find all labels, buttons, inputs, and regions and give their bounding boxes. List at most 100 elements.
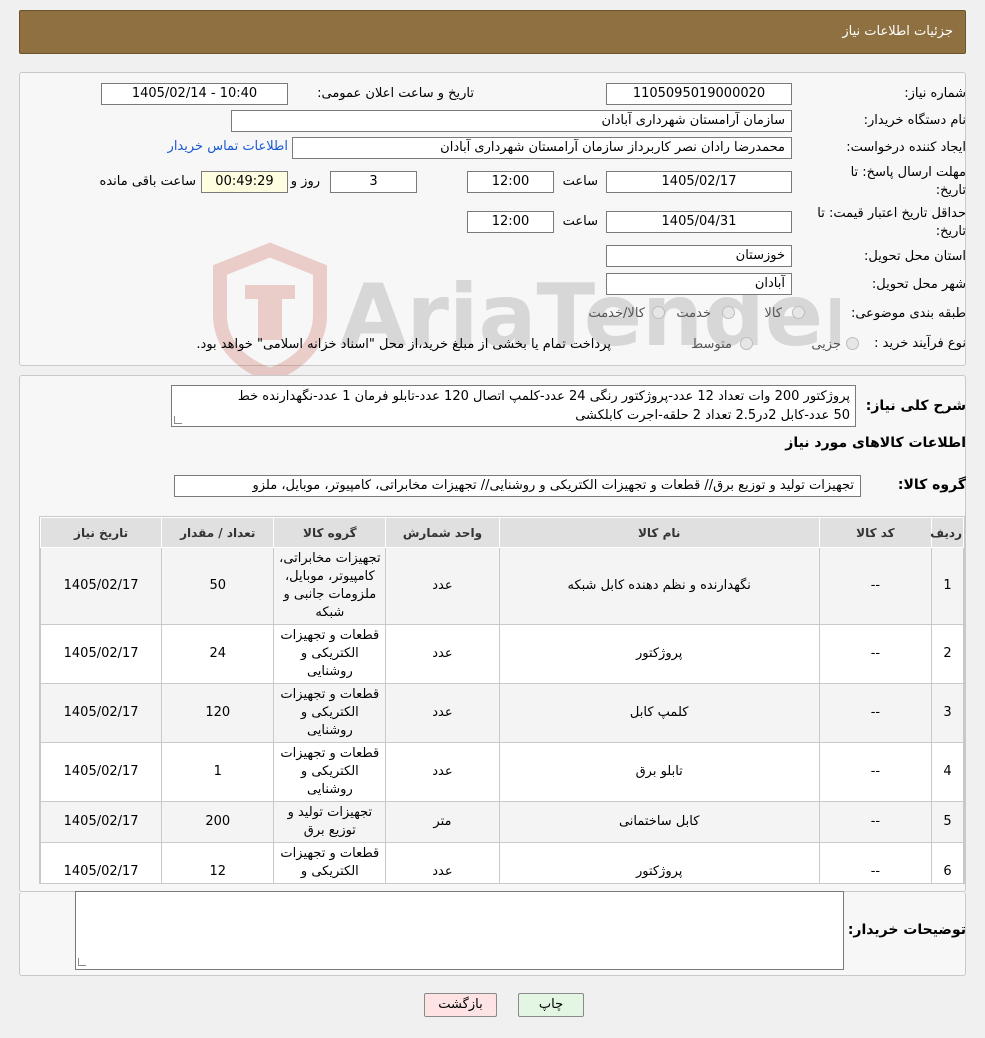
table-row[interactable]: 1 -- نگهدارنده و نظم دهنده کابل شبکه عدد… <box>40 547 964 625</box>
category-label: طبقه بندی موضوعی: <box>850 306 966 321</box>
cell-unit: متر <box>385 801 500 843</box>
requester-label: ایجاد کننده درخواست: <box>846 140 966 155</box>
validity-label: حداقل تاریخ اعتبار قیمت: تا <box>817 206 966 221</box>
col-header-name[interactable]: نام کالا <box>498 517 820 548</box>
back-button[interactable]: بازگشت <box>424 993 497 1017</box>
buyer-org-label: نام دستگاه خریدار: <box>863 113 966 128</box>
col-header-unit[interactable]: واحد شمارش <box>385 517 500 548</box>
col-header-group[interactable]: گروه کالا <box>273 517 387 548</box>
cell-code: -- <box>818 742 932 802</box>
category-radio-goods[interactable] <box>792 306 805 319</box>
cell-row-number: 5 <box>930 801 964 843</box>
province-field: خوزستان <box>606 245 792 267</box>
cell-group: قطعات و تجهیزات الکتریکی و روشنایی <box>273 683 387 743</box>
cell-code: -- <box>818 547 932 625</box>
province-label: استان محل تحویل: <box>864 249 966 264</box>
process-option-medium: متوسط <box>691 337 732 352</box>
buyer-notes-textarea[interactable] <box>75 891 844 970</box>
items-table-container: ردیف کد کالا نام کالا واحد شمارش گروه کا… <box>39 516 965 884</box>
countdown-field: 00:49:29 <box>201 171 288 193</box>
items-section-title: اطلاعات کالاهای مورد نیاز <box>785 435 966 451</box>
validity-date-field: 1405/04/31 <box>606 211 792 233</box>
cell-date: 1405/02/17 <box>40 742 163 802</box>
city-label: شهر محل تحویل: <box>871 277 966 292</box>
table-row[interactable]: 5 -- کابل ساختمانی متر تجهیزات تولید و ت… <box>40 801 964 843</box>
announce-field: 1405/02/14 - 10:40 <box>101 83 288 105</box>
requester-field: محمدرضا رادان نصر کاربرداز سازمان آرامست… <box>292 137 792 159</box>
cell-code: -- <box>818 624 932 684</box>
remaining-label: ساعت باقی مانده <box>99 174 196 189</box>
validity-time-field: 12:00 <box>467 211 554 233</box>
buyer-notes-label: توضیحات خریدار: <box>847 922 966 938</box>
cell-name: پروژکتور <box>498 624 820 684</box>
notes-resize-grip-icon[interactable] <box>78 958 86 966</box>
cell-date: 1405/02/17 <box>40 547 163 625</box>
goods-group-label: گروه کالا: <box>897 477 966 493</box>
category-radio-service[interactable] <box>722 306 735 319</box>
col-header-code[interactable]: کد کالا <box>818 517 932 548</box>
cell-unit: عدد <box>385 547 500 625</box>
col-header-qty[interactable]: تعداد / مقدار <box>161 517 275 548</box>
cell-qty: 24 <box>161 624 275 684</box>
table-row[interactable]: 3 -- کلمپ کابل عدد قطعات و تجهیزات الکتر… <box>40 683 964 743</box>
deadline-date-field: 1405/02/17 <box>606 171 792 193</box>
cell-group: تجهیزات مخابراتی، کامپیوتر، موبایل، ملزو… <box>273 547 387 625</box>
summary-textarea[interactable]: پروژکتور 200 وات تعداد 12 عدد-پروژکتور ر… <box>171 385 856 427</box>
cell-row-number: 6 <box>930 842 964 883</box>
category-option-goods-service: کالا/خدمت <box>588 306 645 321</box>
summary-line-2: 50 عدد-کابل 2در2.5 تعداد 2 حلقه-اجرت کاب… <box>575 408 850 423</box>
table-row[interactable]: 4 -- تابلو برق عدد قطعات و تجهیزات الکتر… <box>40 742 964 802</box>
cell-name: کلمپ کابل <box>498 683 820 743</box>
cell-row-number: 4 <box>930 742 964 802</box>
buyer-contact-link[interactable]: اطلاعات تماس خریدار <box>168 139 288 154</box>
items-table: ردیف کد کالا نام کالا واحد شمارش گروه کا… <box>40 517 964 883</box>
cell-row-number: 2 <box>930 624 964 684</box>
cell-qty: 12 <box>161 842 275 883</box>
cell-qty: 1 <box>161 742 275 802</box>
days-label: روز و <box>290 174 320 189</box>
cell-name: تابلو برق <box>498 742 820 802</box>
col-header-date[interactable]: تاریخ نیاز <box>40 517 163 548</box>
page-header: جزئیات اطلاعات نیاز <box>19 10 966 54</box>
table-row[interactable]: 6 -- پروژکتور عدد قطعات و تجهیزات الکتری… <box>40 842 964 883</box>
deadline-time-label: ساعت <box>562 174 598 189</box>
cell-row-number: 3 <box>930 683 964 743</box>
cell-date: 1405/02/17 <box>40 801 163 843</box>
cell-qty: 200 <box>161 801 275 843</box>
cell-unit: عدد <box>385 842 500 883</box>
process-note: پرداخت تمام یا بخشی از مبلغ خرید،از محل … <box>196 337 611 352</box>
cell-qty: 50 <box>161 547 275 625</box>
print-button[interactable]: چاپ <box>518 993 584 1017</box>
deadline-time-field: 12:00 <box>467 171 554 193</box>
deadline-label-date: تاریخ: <box>935 183 966 198</box>
cell-group: قطعات و تجهیزات الکتریکی و روشنایی <box>273 624 387 684</box>
need-number-label: شماره نیاز: <box>904 86 966 101</box>
category-radio-goods-service[interactable] <box>652 306 665 319</box>
need-number-field: 1105095019000020 <box>606 83 792 105</box>
summary-line-1: پروژکتور 200 وات تعداد 12 عدد-پروژکتور ر… <box>237 389 850 404</box>
process-radio-medium[interactable] <box>740 337 753 350</box>
cell-date: 1405/02/17 <box>40 842 163 883</box>
cell-unit: عدد <box>385 683 500 743</box>
process-radio-minor[interactable] <box>846 337 859 350</box>
deadline-label: مهلت ارسال پاسخ: تا <box>850 165 966 180</box>
table-header-row: ردیف کد کالا نام کالا واحد شمارش گروه کا… <box>40 517 964 548</box>
validity-label-date: تاریخ: <box>935 224 966 239</box>
cell-code: -- <box>818 801 932 843</box>
cell-group: قطعات و تجهیزات الکتریکی و روشنایی <box>273 842 387 883</box>
validity-time-label: ساعت <box>562 214 598 229</box>
table-row[interactable]: 2 -- پروژکتور عدد قطعات و تجهیزات الکتری… <box>40 624 964 684</box>
cell-name: کابل ساختمانی <box>498 801 820 843</box>
cell-group: قطعات و تجهیزات الکتریکی و روشنایی <box>273 742 387 802</box>
cell-unit: عدد <box>385 742 500 802</box>
page-title: جزئیات اطلاعات نیاز <box>842 24 953 39</box>
buyer-org-field: سازمان آرامستان شهرداری آبادان <box>231 110 792 132</box>
cell-code: -- <box>818 842 932 883</box>
goods-group-field: تجهیزات تولید و توزیع برق// قطعات و تجهی… <box>174 475 861 497</box>
cell-group: تجهیزات تولید و توزیع برق <box>273 801 387 843</box>
cell-name: نگهدارنده و نظم دهنده کابل شبکه <box>498 547 820 625</box>
cell-date: 1405/02/17 <box>40 683 163 743</box>
resize-grip-icon[interactable] <box>174 416 182 424</box>
col-header-row-number[interactable]: ردیف <box>930 517 964 548</box>
process-label: نوع فرآیند خرید : <box>874 336 966 351</box>
